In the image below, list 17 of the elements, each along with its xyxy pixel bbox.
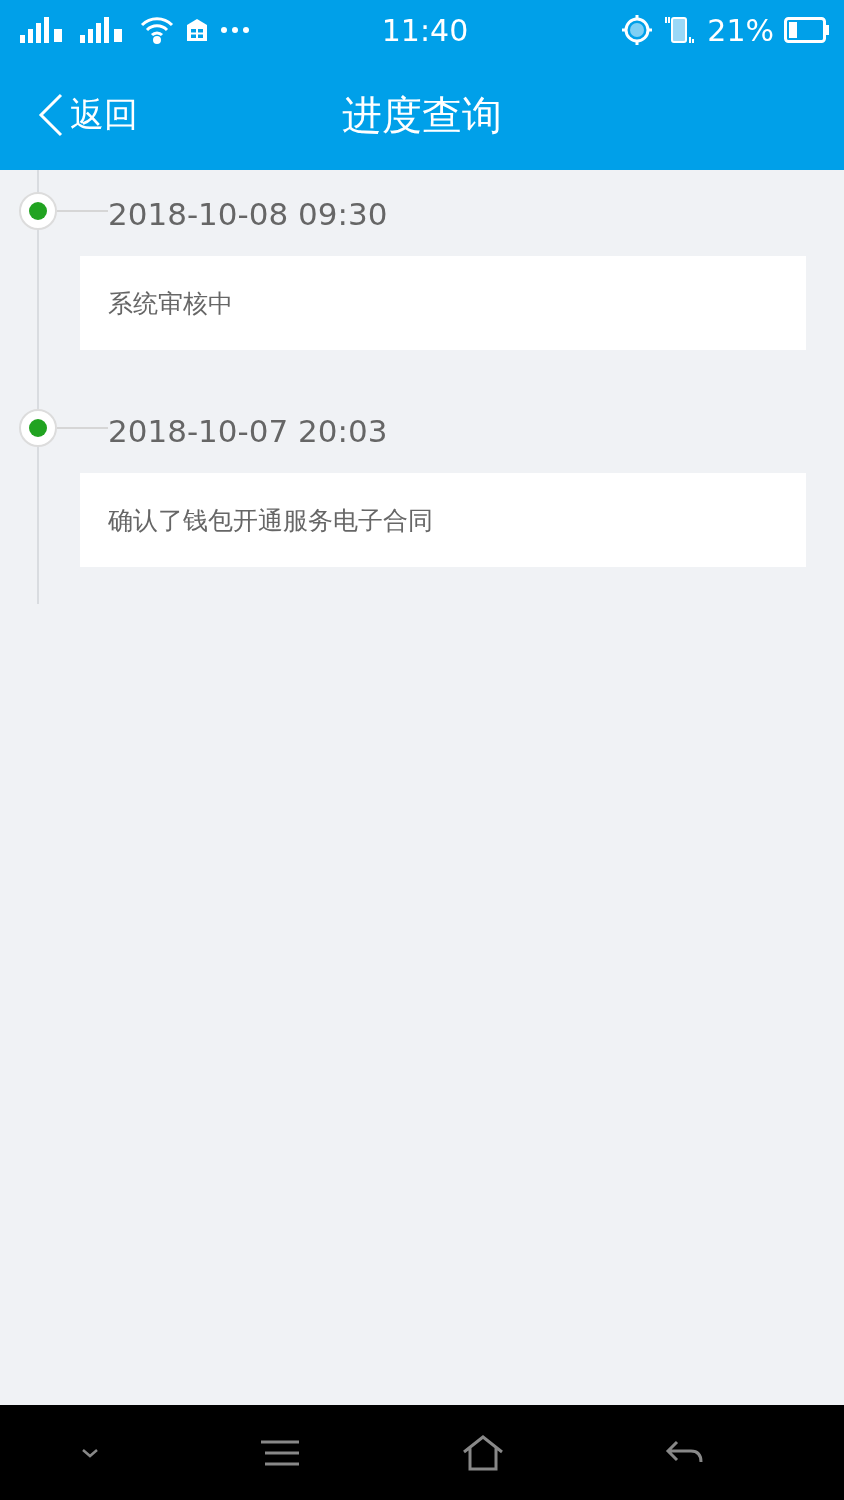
battery-icon [784, 17, 830, 43]
status-time: 11:40 [381, 12, 469, 48]
timeline-date: 2018-10-08 09:30 [108, 196, 388, 232]
more-icon [220, 26, 250, 34]
back-button[interactable]: 返回 [38, 92, 138, 138]
wifi-icon [140, 16, 174, 44]
timeline-text: 系统审核中 [108, 287, 233, 320]
timeline-date: 2018-10-07 20:03 [108, 413, 388, 449]
menu-icon[interactable] [260, 1439, 301, 1466]
shop-icon [184, 17, 210, 43]
battery-percent: 21% [707, 12, 774, 48]
chevron-left-icon [38, 93, 64, 137]
page-title: 进度查询 [342, 90, 502, 140]
home-icon[interactable] [461, 1434, 504, 1471]
location-icon [621, 14, 654, 46]
chevron-down-icon[interactable] [80, 1447, 99, 1458]
timeline-text: 确认了钱包开通服务电子合同 [108, 504, 433, 537]
